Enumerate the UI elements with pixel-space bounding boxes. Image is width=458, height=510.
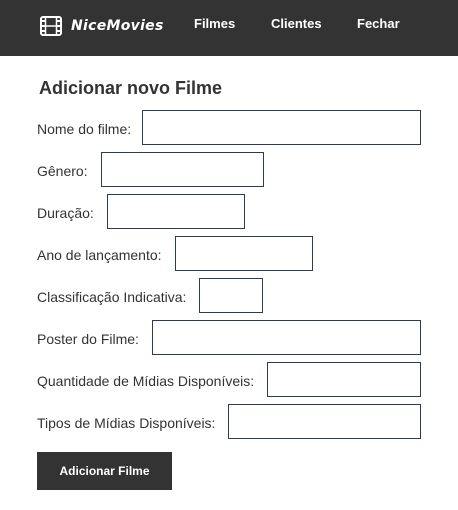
- media-types-label: Tipos de Mídias Disponíveis:: [37, 415, 216, 431]
- add-movie-button[interactable]: Adicionar Filme: [37, 452, 172, 490]
- film-icon: [40, 16, 62, 36]
- poster-input[interactable]: [152, 320, 421, 355]
- movie-name-input[interactable]: [142, 110, 421, 145]
- duration-label: Duração:: [37, 205, 94, 221]
- poster-label: Poster do Filme:: [37, 331, 139, 347]
- nav-link-fechar[interactable]: Fechar: [357, 16, 400, 32]
- nav-link-clientes[interactable]: Clientes: [271, 16, 322, 32]
- media-quantity-input[interactable]: [267, 362, 421, 397]
- form-title: Adicionar novo Filme: [39, 78, 223, 98]
- nav-link-filmes[interactable]: Filmes: [194, 16, 235, 32]
- duration-input[interactable]: [107, 194, 245, 229]
- age-rating-label: Classificação Indicativa:: [37, 289, 187, 305]
- navbar: NiceMovies Filmes Clientes Fechar: [0, 0, 458, 56]
- brand-logo[interactable]: NiceMovies: [40, 15, 164, 37]
- release-year-label: Ano de lançamento:: [37, 247, 162, 263]
- genre-label: Gênero:: [37, 163, 88, 179]
- media-quantity-label: Quantidade de Mídias Disponíveis:: [37, 373, 255, 389]
- release-year-input[interactable]: [175, 236, 313, 271]
- movie-name-label: Nome do filme:: [37, 121, 132, 137]
- media-types-input[interactable]: [228, 404, 421, 439]
- genre-input[interactable]: [101, 152, 264, 187]
- brand-name: NiceMovies: [71, 18, 164, 34]
- age-rating-input[interactable]: [199, 278, 263, 313]
